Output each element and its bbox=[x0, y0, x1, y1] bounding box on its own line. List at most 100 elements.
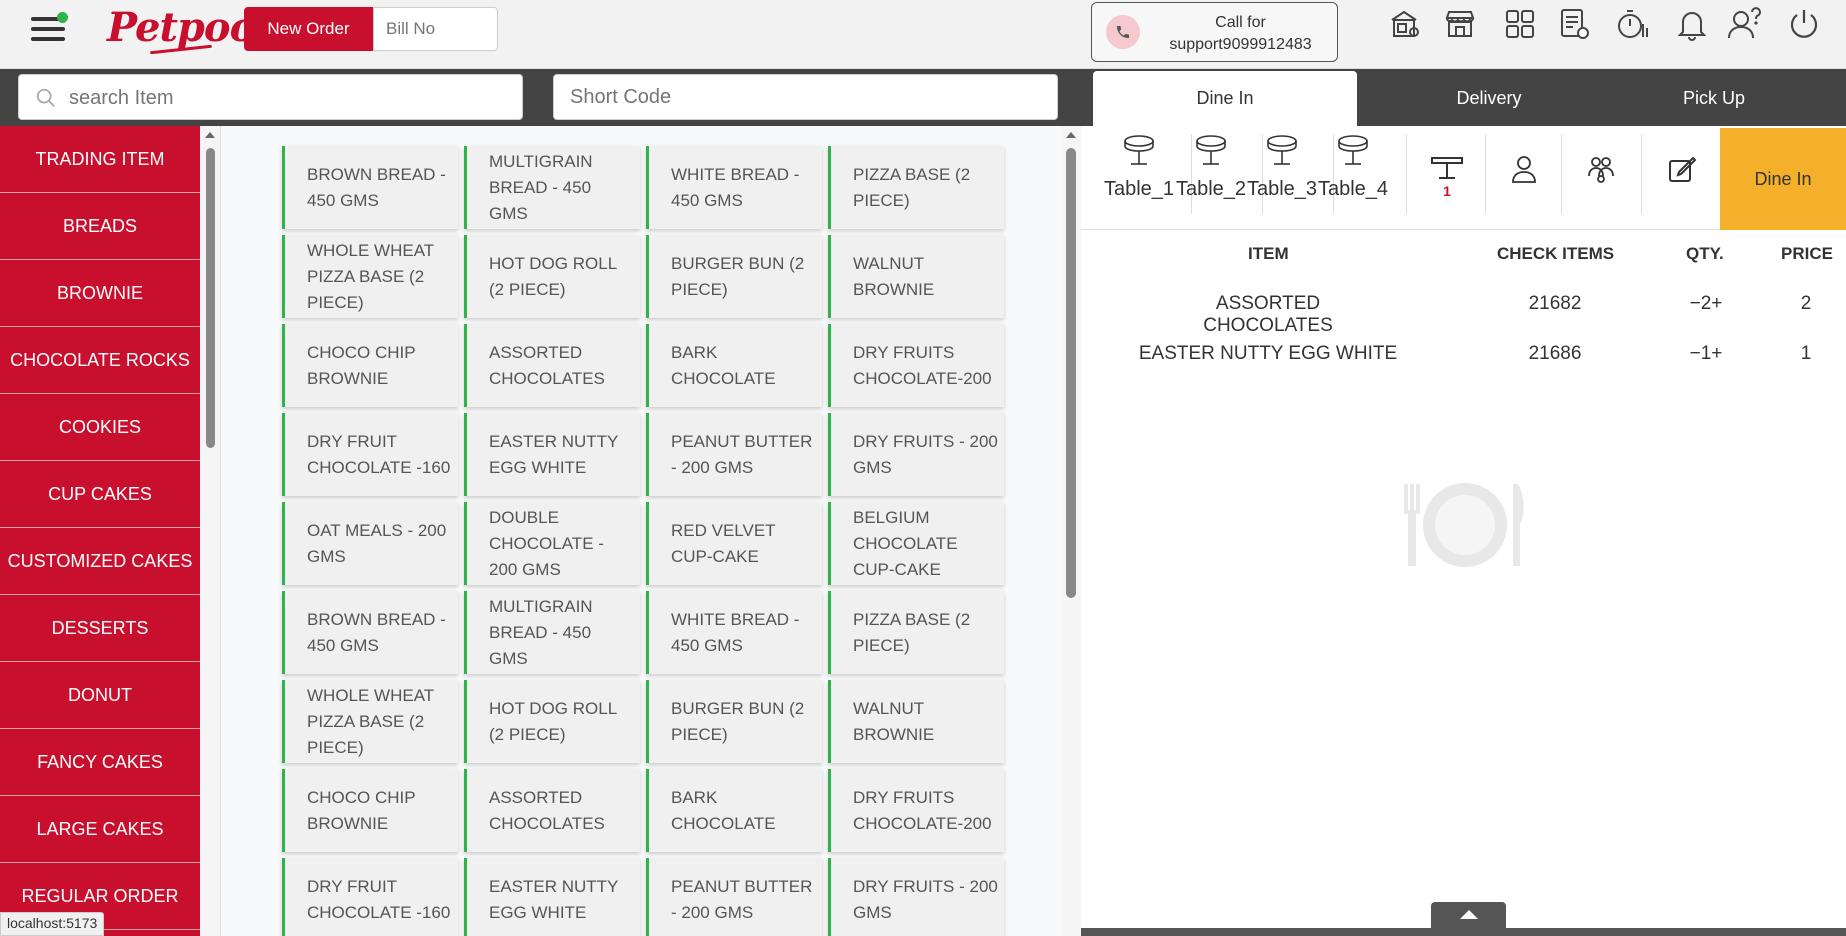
tab-dine-in[interactable]: Dine In bbox=[1093, 71, 1357, 126]
cart-check-id: 21682 bbox=[1528, 293, 1582, 314]
menu-item-card[interactable]: PEANUT BUTTER - 200 GMS bbox=[646, 413, 822, 496]
menu-item-card[interactable]: HOT DOG ROLL (2 PIECE) bbox=[464, 235, 640, 318]
menu-item-card[interactable]: RED VELVET CUP-CAKE bbox=[646, 502, 822, 585]
qty-decrease-button[interactable]: − bbox=[1690, 293, 1701, 315]
menu-item-card[interactable]: WHITE BREAD - 450 GMS bbox=[646, 146, 822, 229]
collapse-panel-button[interactable] bbox=[1431, 902, 1506, 930]
menu-item-card[interactable]: DRY FRUITS CHOCOLATE-200 bbox=[828, 769, 1004, 852]
menu-item-card[interactable]: BROWN BREAD - 450 GMS bbox=[282, 146, 458, 229]
order-type-tabs: Dine In Delivery Pick Up bbox=[1093, 69, 1846, 126]
table-1[interactable]: Table_1 bbox=[1103, 134, 1175, 224]
search-item-box[interactable] bbox=[18, 74, 523, 120]
empty-plate-icon bbox=[1400, 480, 1530, 575]
menu-item-card[interactable]: BELGIUM CHOCOLATE CUP-CAKE bbox=[828, 502, 1004, 585]
search-item-input[interactable] bbox=[69, 83, 509, 113]
help-user-icon[interactable] bbox=[1727, 6, 1763, 42]
menu-item-card[interactable]: CHOCO CHIP BROWNIE bbox=[282, 769, 458, 852]
category-item[interactable]: LARGE CAKES bbox=[0, 796, 200, 863]
category-sidebar: TRADING ITEM BREADS BROWNIE CHOCOLATE ROCKS… bbox=[0, 126, 200, 936]
menu-item-card[interactable]: BURGER BUN (2 PIECE) bbox=[646, 680, 822, 763]
menu-item-label: BURGER BUN (2 PIECE) bbox=[671, 698, 805, 744]
menu-item-card[interactable]: EASTER NUTTY EGG WHITE bbox=[464, 413, 640, 496]
menu-item-card[interactable]: WALNUT BROWNIE bbox=[828, 680, 1004, 763]
bill-no-input[interactable] bbox=[373, 7, 498, 51]
cart-price: 1 bbox=[1800, 343, 1812, 364]
menu-icon[interactable] bbox=[31, 12, 68, 43]
menu-item-card[interactable]: PEANUT BUTTER - 200 GMS bbox=[646, 858, 822, 936]
menu-item-card[interactable]: WALNUT BROWNIE bbox=[828, 235, 1004, 318]
menu-item-card[interactable]: CHOCO CHIP BROWNIE bbox=[282, 324, 458, 407]
menu-item-card[interactable]: BARK CHOCOLATE bbox=[646, 324, 822, 407]
qty-increase-button[interactable]: + bbox=[1711, 343, 1722, 365]
category-item[interactable]: BREADS bbox=[0, 193, 200, 260]
reports-icon[interactable] bbox=[1556, 6, 1592, 42]
menu-item-card[interactable]: OAT MEALS - 200 GMS bbox=[282, 502, 458, 585]
category-item[interactable]: FANCY CAKES bbox=[0, 729, 200, 796]
menu-item-card[interactable]: WHOLE WHEAT PIZZA BASE (2 PIECE) bbox=[282, 235, 458, 318]
menu-item-label: CHOCO CHIP BROWNIE bbox=[307, 787, 416, 833]
menu-item-card[interactable]: MULTIGRAIN BREAD - 450 GMS bbox=[464, 591, 640, 674]
qty-increase-button[interactable]: + bbox=[1711, 293, 1722, 315]
menu-item-card[interactable]: PIZZA BASE (2 PIECE) bbox=[828, 146, 1004, 229]
items-panel: BROWN BREAD - 450 GMS MULTIGRAIN BREAD - … bbox=[221, 126, 1061, 936]
menu-item-label: WALNUT BROWNIE bbox=[853, 253, 935, 299]
qty-decrease-button[interactable]: − bbox=[1690, 343, 1701, 365]
menu-item-card[interactable]: BROWN BREAD - 450 GMS bbox=[282, 591, 458, 674]
menu-item-label: PEANUT BUTTER - 200 GMS bbox=[671, 431, 813, 477]
category-item[interactable]: CUSTOMIZED CAKES bbox=[0, 528, 200, 595]
edit-note-icon[interactable] bbox=[1667, 154, 1697, 189]
menu-item-card[interactable]: DRY FRUITS CHOCOLATE-200 bbox=[828, 324, 1004, 407]
category-item[interactable]: DONUT bbox=[0, 662, 200, 729]
store-settings-icon[interactable] bbox=[1386, 6, 1422, 42]
items-scrollbar[interactable] bbox=[1061, 126, 1081, 936]
phone-icon bbox=[1106, 15, 1140, 49]
menu-item-card[interactable]: DRY FRUITS - 200 GMS bbox=[828, 858, 1004, 936]
menu-item-card[interactable]: PIZZA BASE (2 PIECE) bbox=[828, 591, 1004, 674]
menu-item-card[interactable]: WHOLE WHEAT PIZZA BASE (2 PIECE) bbox=[282, 680, 458, 763]
col-price: PRICE bbox=[1781, 244, 1833, 263]
menu-item-label: MULTIGRAIN BREAD - 450 GMS bbox=[489, 596, 593, 668]
menu-item-card[interactable]: WHITE BREAD - 450 GMS bbox=[646, 591, 822, 674]
table-3[interactable]: Table_3 bbox=[1246, 134, 1318, 224]
table-2[interactable]: Table_2 bbox=[1175, 134, 1247, 224]
category-item[interactable]: CHOCOLATE ROCKS bbox=[0, 327, 200, 394]
category-scrollbar[interactable] bbox=[200, 126, 221, 936]
menu-item-label: HOT DOG ROLL (2 PIECE) bbox=[489, 253, 617, 299]
grid-icon[interactable] bbox=[1502, 6, 1538, 42]
cart-price: 2 bbox=[1800, 293, 1812, 314]
menu-item-card[interactable]: MULTIGRAIN BREAD - 450 GMS bbox=[464, 146, 640, 229]
new-order-button[interactable]: New Order bbox=[244, 7, 373, 51]
timer-icon[interactable] bbox=[1614, 6, 1650, 42]
top-header: Petpooja New Order Call forsupport909991… bbox=[0, 0, 1846, 69]
category-item[interactable]: TRADING ITEM bbox=[0, 126, 200, 193]
menu-item-card[interactable]: DOUBLE CHOCOLATE - 200 GMS bbox=[464, 502, 640, 585]
short-code-input[interactable] bbox=[553, 74, 1058, 120]
category-item[interactable]: CUP CAKES bbox=[0, 461, 200, 528]
tab-pick-up[interactable]: Pick Up bbox=[1582, 71, 1846, 126]
menu-item-card[interactable]: HOT DOG ROLL (2 PIECE) bbox=[464, 680, 640, 763]
qty-value: 2 bbox=[1700, 293, 1712, 314]
menu-item-card[interactable]: BURGER BUN (2 PIECE) bbox=[646, 235, 822, 318]
bell-icon[interactable] bbox=[1674, 6, 1710, 42]
menu-item-card[interactable]: DRY FRUIT CHOCOLATE -160 bbox=[282, 858, 458, 936]
menu-item-card[interactable]: ASSORTED CHOCOLATES bbox=[464, 769, 640, 852]
menu-item-card[interactable]: DRY FRUITS - 200 GMS bbox=[828, 413, 1004, 496]
category-item[interactable]: DESSERTS bbox=[0, 595, 200, 662]
menu-item-label: DRY FRUIT CHOCOLATE -160 bbox=[307, 876, 451, 922]
menu-item-card[interactable]: BARK CHOCOLATE bbox=[646, 769, 822, 852]
power-icon[interactable] bbox=[1786, 6, 1822, 42]
category-item[interactable]: COOKIES bbox=[0, 394, 200, 461]
support-call-box[interactable]: Call for support9099912483 bbox=[1091, 2, 1338, 62]
group-icon[interactable] bbox=[1586, 154, 1616, 189]
dine-in-button[interactable]: Dine In bbox=[1720, 128, 1846, 230]
menu-item-label: WHITE BREAD - 450 GMS bbox=[671, 609, 800, 655]
category-item[interactable]: BROWNIE bbox=[0, 260, 200, 327]
table-count-icon[interactable]: 1 bbox=[1430, 156, 1464, 199]
customer-icon[interactable] bbox=[1509, 154, 1539, 189]
outlet-icon[interactable] bbox=[1442, 6, 1478, 42]
menu-item-label: CHOCO CHIP BROWNIE bbox=[307, 342, 416, 388]
menu-item-card[interactable]: ASSORTED CHOCOLATES bbox=[464, 324, 640, 407]
menu-item-card[interactable]: EASTER NUTTY EGG WHITE bbox=[464, 858, 640, 936]
table-4[interactable]: Table_4 bbox=[1317, 134, 1389, 224]
menu-item-card[interactable]: DRY FRUIT CHOCOLATE -160 bbox=[282, 413, 458, 496]
